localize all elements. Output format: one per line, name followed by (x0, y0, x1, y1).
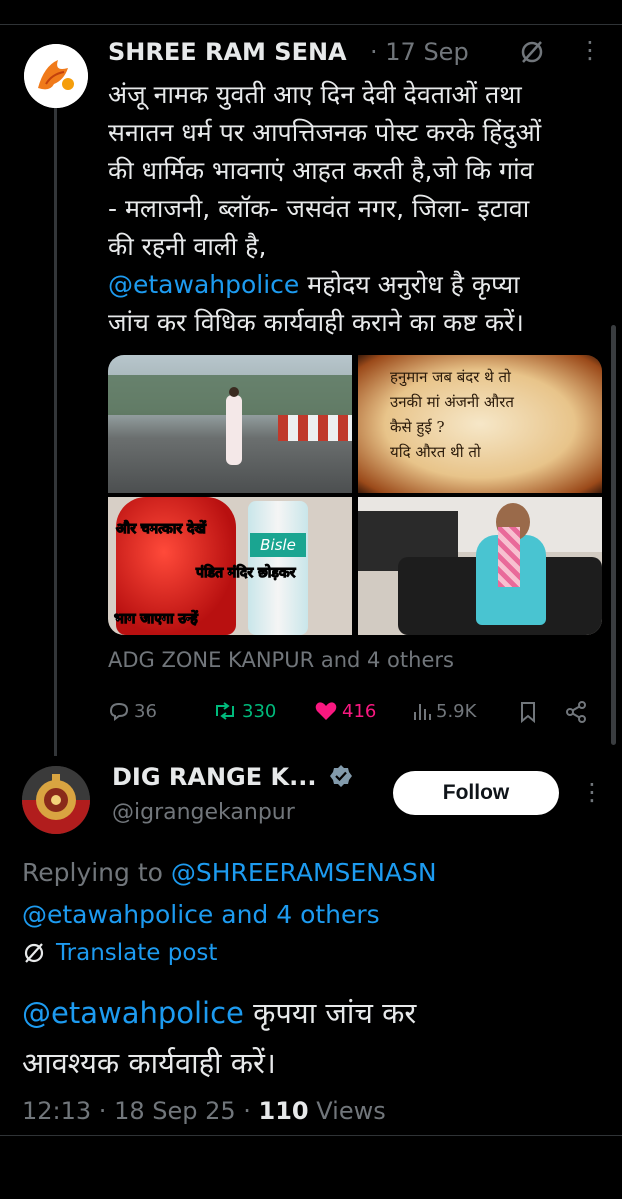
tweet-line: - मलाजनी, ब्लॉक- जसवंत नगर, जिला- इटावा (108, 194, 530, 223)
separator: · (370, 38, 378, 66)
media-text-image[interactable]: हनुमान जब बंदर थे तो उनकी मां अंजनी औरत … (358, 355, 602, 493)
mention-link[interactable]: @etawahpolice (22, 996, 244, 1030)
image-caption: भाग जाएगा उन्हें (114, 611, 199, 628)
translate-post-button[interactable]: Translate post (22, 940, 217, 966)
bookmark-icon (521, 702, 535, 724)
tweet-mention-rest: महोदय अनुरोध है कृप्या (299, 270, 520, 299)
media-photo-street[interactable] (108, 355, 352, 493)
views-label: Views (308, 1097, 386, 1125)
translate-label: Translate post (56, 940, 218, 966)
tweet-line-mention: @etawahpolice महोदय अनुरोध है कृप्या (108, 266, 608, 304)
top-divider (0, 24, 622, 25)
tweet-line: जांच कर विधिक कार्यवाही कराने का कष्ट कर… (108, 308, 524, 337)
repost-button[interactable]: 330 (212, 700, 276, 722)
tweet-line: अंजू नामक युवती आए दिन देवी देवताओं तथा (108, 80, 522, 109)
reply-author-name: DIG RANGE K... (112, 763, 317, 791)
more-options-icon[interactable]: ⋮ (580, 778, 604, 806)
image-text-line: यदि औरत थी तो (390, 443, 481, 461)
image-text-line: उनकी मां अंजनी औरत (390, 393, 514, 411)
reply-icon (109, 702, 129, 721)
share-icon (566, 701, 586, 723)
repost-count: 330 (242, 700, 277, 722)
tweet-line: की धार्मिक भावनाएं आहत करती है,जो कि गां… (108, 156, 534, 185)
thread-line (54, 96, 57, 756)
bookmark-button[interactable] (518, 700, 538, 724)
media-grid[interactable]: हनुमान जब बंदर थे तो उनकी मां अंजनी औरत … (108, 355, 602, 635)
views-count: 5.9K (436, 700, 477, 722)
shree-ram-sena-logo (24, 44, 88, 108)
avatar[interactable] (22, 766, 90, 834)
reply-author[interactable]: DIG RANGE K... (112, 763, 353, 791)
tagged-users[interactable]: ADG ZONE KANPUR and 4 others (108, 648, 454, 672)
reply-text: @etawahpolice कृपया जांच कर आवश्यक कार्य… (22, 988, 612, 1088)
reply-time[interactable]: 12:13 (22, 1097, 91, 1125)
replying-to-link[interactable]: @SHREERAMSENASN (171, 858, 437, 887)
heart-icon (315, 702, 337, 720)
image-text-line: हनुमान जब बंदर थे तो (390, 368, 511, 386)
media-photo-bottle[interactable]: Bisle और चमत्कार देखें पंडित मंदिर छोड़क… (108, 497, 352, 635)
mention-link[interactable]: @etawahpolice (108, 270, 299, 299)
like-count: 416 (342, 700, 377, 722)
bottle-label: Bisle (250, 533, 306, 557)
reply-handle[interactable]: @igrangekanpur (112, 800, 295, 825)
reply-count: 36 (134, 700, 157, 722)
action-bar: 36 330 416 5.9K (108, 700, 598, 730)
views-button[interactable]: 5.9K (412, 700, 476, 722)
reply-date[interactable]: 18 Sep 25 (114, 1097, 236, 1125)
up-police-emblem (22, 766, 90, 834)
reply-button[interactable]: 36 (108, 700, 157, 722)
follow-button[interactable]: Follow (393, 771, 559, 815)
like-button[interactable]: 416 (314, 700, 376, 722)
tweet-date[interactable]: 17 Sep (385, 38, 468, 66)
replying-to: Replying to @SHREERAMSENASN @etawahpolic… (22, 852, 612, 936)
verified-badge-icon (329, 765, 352, 787)
meta-dot: · (235, 1097, 259, 1125)
repost-icon (216, 702, 234, 720)
reply-meta: 12:13 · 18 Sep 25 · 110 Views (22, 1097, 386, 1125)
more-options-icon[interactable]: ⋮ (578, 36, 602, 64)
tweet-date-wrap: · 17 Sep (370, 38, 469, 66)
tweet-line: सनातन धर्म पर आपत्तिजनक पोस्ट करके हिंदु… (108, 118, 542, 147)
views-icon (414, 704, 431, 720)
tweet-line: की रहनी वाली है, (108, 232, 267, 261)
reply-text-rest: कृपया जांच कर (243, 996, 417, 1030)
bottom-divider (0, 1135, 622, 1136)
grok-icon (24, 943, 44, 963)
image-caption: और चमत्कार देखें (116, 521, 207, 538)
grok-icon[interactable] (518, 38, 546, 70)
media-photo-woman[interactable] (358, 497, 602, 635)
scrollbar[interactable] (611, 325, 616, 745)
share-button[interactable] (564, 700, 588, 724)
tweet-text: अंजू नामक युवती आए दिन देवी देवताओं तथा … (108, 76, 608, 342)
meta-dot: · (91, 1097, 115, 1125)
replying-prefix: Replying to (22, 858, 171, 887)
image-caption: पंडित मंदिर छोड़कर (195, 565, 296, 582)
image-text-line: कैसे हुई ? (390, 418, 445, 436)
views-count: 110 (258, 1097, 309, 1125)
tweet-author[interactable]: SHREE RAM SENA (108, 38, 347, 66)
replying-to-others[interactable]: @etawahpolice and 4 others (22, 894, 612, 936)
avatar[interactable] (24, 44, 88, 108)
reply-text-line2: आवश्यक कार्यवाही करें। (22, 1046, 276, 1080)
